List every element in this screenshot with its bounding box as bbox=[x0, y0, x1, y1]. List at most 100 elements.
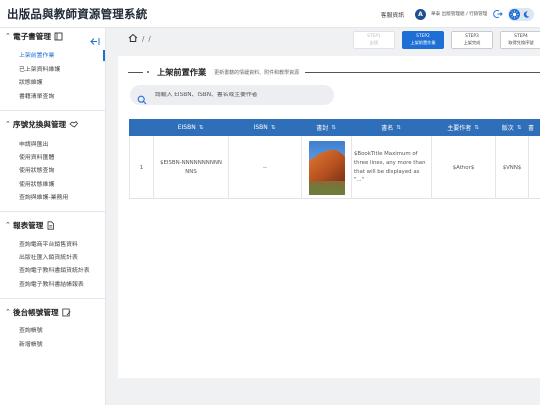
search-icon[interactable] bbox=[137, 90, 147, 105]
column-label: 書封 bbox=[316, 125, 329, 132]
column-label: ISBN bbox=[253, 124, 268, 131]
theme-toggle[interactable] bbox=[508, 7, 534, 21]
sidebar-item-textbook-sales[interactable]: 查詢電子教科書銷貨統計表 bbox=[19, 266, 90, 276]
sort-icon: ⇅ bbox=[270, 124, 276, 131]
section-title: 後台帳號管理 bbox=[13, 307, 59, 317]
step-1[interactable]: STEP1 出版 bbox=[353, 31, 395, 49]
divider bbox=[0, 110, 106, 111]
col-eisbn[interactable]: EISBN ⇅ bbox=[153, 119, 228, 136]
sidebar-section-accounts[interactable]: ⌃ 後台帳號管理 bbox=[0, 305, 106, 319]
cell-title: $BookTitle Maximum of three lines, any m… bbox=[352, 136, 432, 199]
sidebar-item-usage-maintain[interactable]: 使用狀態維護 bbox=[19, 180, 54, 190]
sidebar-item-textbook-billing[interactable]: 查詢電子教科書結帳報表 bbox=[19, 280, 84, 290]
table-row[interactable]: 1 $EISBN-NNNNNNNNNNNNS -- $BookTitle Max… bbox=[129, 136, 540, 199]
search-input[interactable] bbox=[155, 92, 325, 98]
sidebar-item-sales-query[interactable]: 查詢與維護-業務用 bbox=[19, 193, 68, 203]
col-title[interactable]: 書名 ⇅ bbox=[351, 119, 431, 136]
page-title: 上架前置作業 bbox=[157, 67, 207, 77]
divider bbox=[0, 211, 106, 212]
cell-isbn: -- bbox=[229, 136, 302, 199]
avatar[interactable]: A bbox=[415, 8, 426, 20]
column-label: 主要作者 bbox=[447, 125, 472, 132]
home-icon[interactable] bbox=[128, 33, 138, 45]
step-sub: 上架完成 bbox=[463, 40, 481, 45]
section-title: 電子書管理 bbox=[13, 31, 51, 41]
moon-icon bbox=[521, 9, 532, 20]
sidebar-item-status-maintain[interactable]: 狀態維護 bbox=[19, 78, 43, 88]
sidebar-item-ecommerce-sales[interactable]: 查詢電商平台銷售資料 bbox=[19, 240, 78, 250]
collapse-sidebar-icon[interactable] bbox=[90, 31, 100, 45]
divider bbox=[0, 298, 106, 299]
chevron-up-icon: ⌃ bbox=[5, 120, 11, 128]
document-icon bbox=[46, 220, 55, 230]
active-indicator bbox=[103, 50, 105, 61]
sun-icon bbox=[509, 8, 520, 20]
sidebar-item-query-account[interactable]: 查詢帳號 bbox=[19, 326, 43, 336]
row-index: 1 bbox=[130, 136, 154, 199]
top-header: 出版品與教師資源管理系統 客服資訊 A 華泰 出版管理組 / 行銷管理組 bbox=[0, 0, 540, 28]
sidebar-section-reports[interactable]: ⌃ 報表管理 bbox=[0, 218, 106, 232]
sidebar-item-add-account[interactable]: 新增帳號 bbox=[19, 340, 43, 350]
sidebar-item-apply-export[interactable]: 申請與匯出 bbox=[19, 140, 48, 150]
col-isbn[interactable]: ISBN ⇅ bbox=[228, 119, 301, 136]
step-indicator: STEP1 出版 STEP2 上架前置作業 STEP3 上架完成 STEP4 取… bbox=[353, 31, 540, 49]
user-edit-icon bbox=[61, 308, 71, 317]
section-title: 序號兌換與管理 bbox=[13, 119, 67, 129]
breadcrumb: / / bbox=[128, 32, 151, 46]
column-label: 版次 bbox=[501, 125, 514, 132]
sidebar-item-publisher-import[interactable]: 出版社匯入銷貨統計表 bbox=[19, 253, 78, 263]
step-sub: 上架前置作業 bbox=[410, 40, 436, 45]
col-edition[interactable]: 版次 ⇅ bbox=[495, 119, 528, 136]
step-sub: 取得兌換序號 bbox=[508, 40, 534, 45]
table-header: EISBN ⇅ ISBN ⇅ 書封 ⇅ 書名 ⇅ 主要作者 ⇅ 版次 ⇅ 書 bbox=[129, 119, 540, 136]
step-2[interactable]: STEP2 上架前置作業 bbox=[402, 31, 444, 49]
column-label: 書名 bbox=[381, 125, 394, 132]
sidebar-section-serial[interactable]: ⌃ 序號兌換與管理 bbox=[0, 117, 106, 131]
app-title: 出版品與教師資源管理系統 bbox=[7, 7, 148, 21]
main-panel: 上架前置作業 更新書籍的情緩資料、附件和教學資源 EISBN⇅ ISBN⇅ 書封… bbox=[118, 56, 540, 378]
col-more[interactable]: 書 bbox=[528, 119, 540, 136]
panel-title-row: 上架前置作業 更新書籍的情緩資料、附件和教學資源 bbox=[128, 66, 540, 78]
sort-icon: ⇅ bbox=[474, 124, 479, 131]
logout-icon[interactable] bbox=[492, 9, 503, 20]
col-author[interactable]: 主要作者 ⇅ bbox=[431, 119, 495, 136]
breadcrumb-separator: / bbox=[148, 35, 151, 43]
page-subtitle: 更新書籍的情緩資料、附件和教學資源 bbox=[214, 69, 300, 76]
title-dot bbox=[147, 71, 149, 73]
cell-more bbox=[529, 136, 540, 199]
section-title: 報表管理 bbox=[13, 220, 44, 230]
col-cover[interactable]: 書封 ⇅ bbox=[301, 119, 351, 136]
sidebar-item-preprocess[interactable]: 上架前置作業 bbox=[19, 51, 54, 61]
book-cover-image[interactable] bbox=[308, 140, 345, 195]
header-actions: 客服資訊 A 華泰 出版管理組 / 行銷管理組 bbox=[381, 6, 534, 22]
title-rule bbox=[305, 71, 540, 73]
step-3[interactable]: STEP3 上架完成 bbox=[451, 31, 493, 49]
breadcrumb-separator: / bbox=[142, 35, 145, 43]
cell-eisbn: $EISBN-NNNNNNNNNNNNS bbox=[154, 136, 229, 199]
title-rule bbox=[128, 71, 143, 73]
user-name: 華泰 出版管理組 / 行銷管理組 bbox=[431, 12, 487, 17]
sort-icon: ⇅ bbox=[331, 124, 336, 131]
sort-icon: ⇅ bbox=[198, 124, 204, 131]
step-4[interactable]: STEP4 取得兌換序號 bbox=[500, 31, 540, 49]
sidebar-item-booklist[interactable]: 書籍清單查詢 bbox=[19, 92, 54, 102]
chevron-up-icon: ⌃ bbox=[5, 32, 11, 40]
sidebar-item-published-maintain[interactable]: 已上架資料維護 bbox=[19, 65, 60, 75]
cell-cover bbox=[302, 136, 352, 199]
chevron-up-icon: ⌃ bbox=[5, 308, 11, 316]
sidebar: ⌃ 電子書管理 上架前置作業 已上架資料維護 狀態維護 書籍清單查詢 ⌃ 序號兌… bbox=[0, 28, 106, 405]
cell-edition: $VNN$ bbox=[496, 136, 529, 199]
handshake-icon bbox=[69, 120, 79, 129]
column-label: EISBN bbox=[177, 124, 196, 131]
sort-icon: ⇅ bbox=[516, 124, 522, 131]
sidebar-item-usage-data[interactable]: 使用資料匯體 bbox=[19, 153, 54, 163]
customer-service-link[interactable]: 客服資訊 bbox=[381, 10, 404, 19]
column-label: 書 bbox=[528, 125, 535, 132]
search-box bbox=[130, 85, 334, 105]
chevron-up-icon: ⌃ bbox=[5, 221, 11, 229]
book-icon bbox=[54, 32, 63, 41]
step-sub: 出版 bbox=[369, 40, 379, 45]
sort-icon: ⇅ bbox=[396, 124, 401, 131]
sidebar-item-usage-query[interactable]: 使用狀態查詢 bbox=[19, 166, 54, 176]
cell-author: $Athor$ bbox=[432, 136, 496, 199]
